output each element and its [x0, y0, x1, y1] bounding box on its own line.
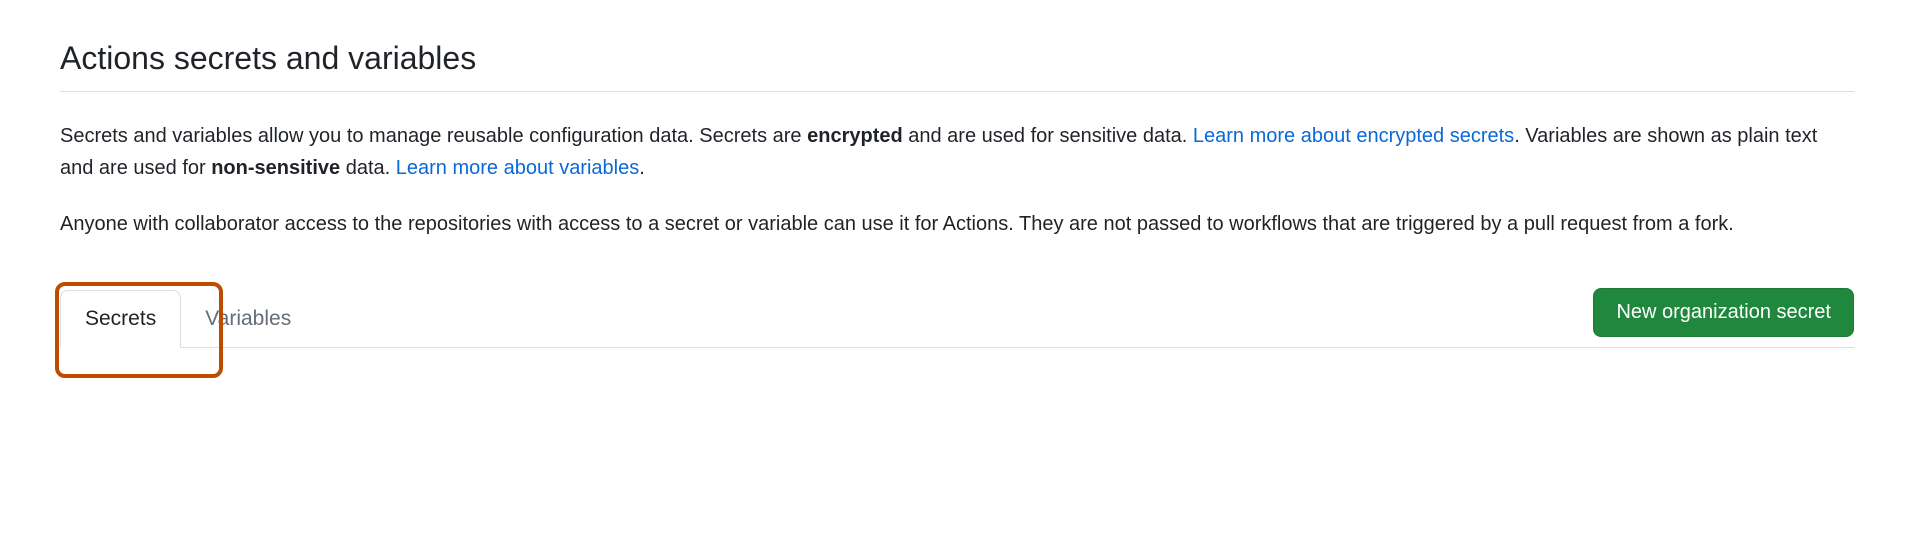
- page-title: Actions secrets and variables: [60, 40, 1854, 92]
- learn-more-secrets-link[interactable]: Learn more about encrypted secrets: [1193, 125, 1514, 147]
- desc-text: Secrets and variables allow you to manag…: [60, 125, 807, 147]
- desc-text: .: [639, 157, 645, 179]
- tab-secrets[interactable]: Secrets: [60, 290, 181, 348]
- tab-variables[interactable]: Variables: [181, 291, 315, 347]
- desc-text: data.: [340, 157, 396, 179]
- tab-bar: Secrets Variables New organization secre…: [60, 288, 1854, 348]
- new-organization-secret-button[interactable]: New organization secret: [1593, 288, 1854, 337]
- description-paragraph-2: Anyone with collaborator access to the r…: [60, 208, 1854, 240]
- desc-bold-nonsensitive: non-sensitive: [211, 157, 340, 179]
- learn-more-variables-link[interactable]: Learn more about variables: [396, 157, 639, 179]
- desc-bold-encrypted: encrypted: [807, 125, 903, 147]
- desc-text: and are used for sensitive data.: [903, 125, 1193, 147]
- tabs-container: Secrets Variables: [60, 290, 315, 347]
- description-paragraph-1: Secrets and variables allow you to manag…: [60, 120, 1854, 184]
